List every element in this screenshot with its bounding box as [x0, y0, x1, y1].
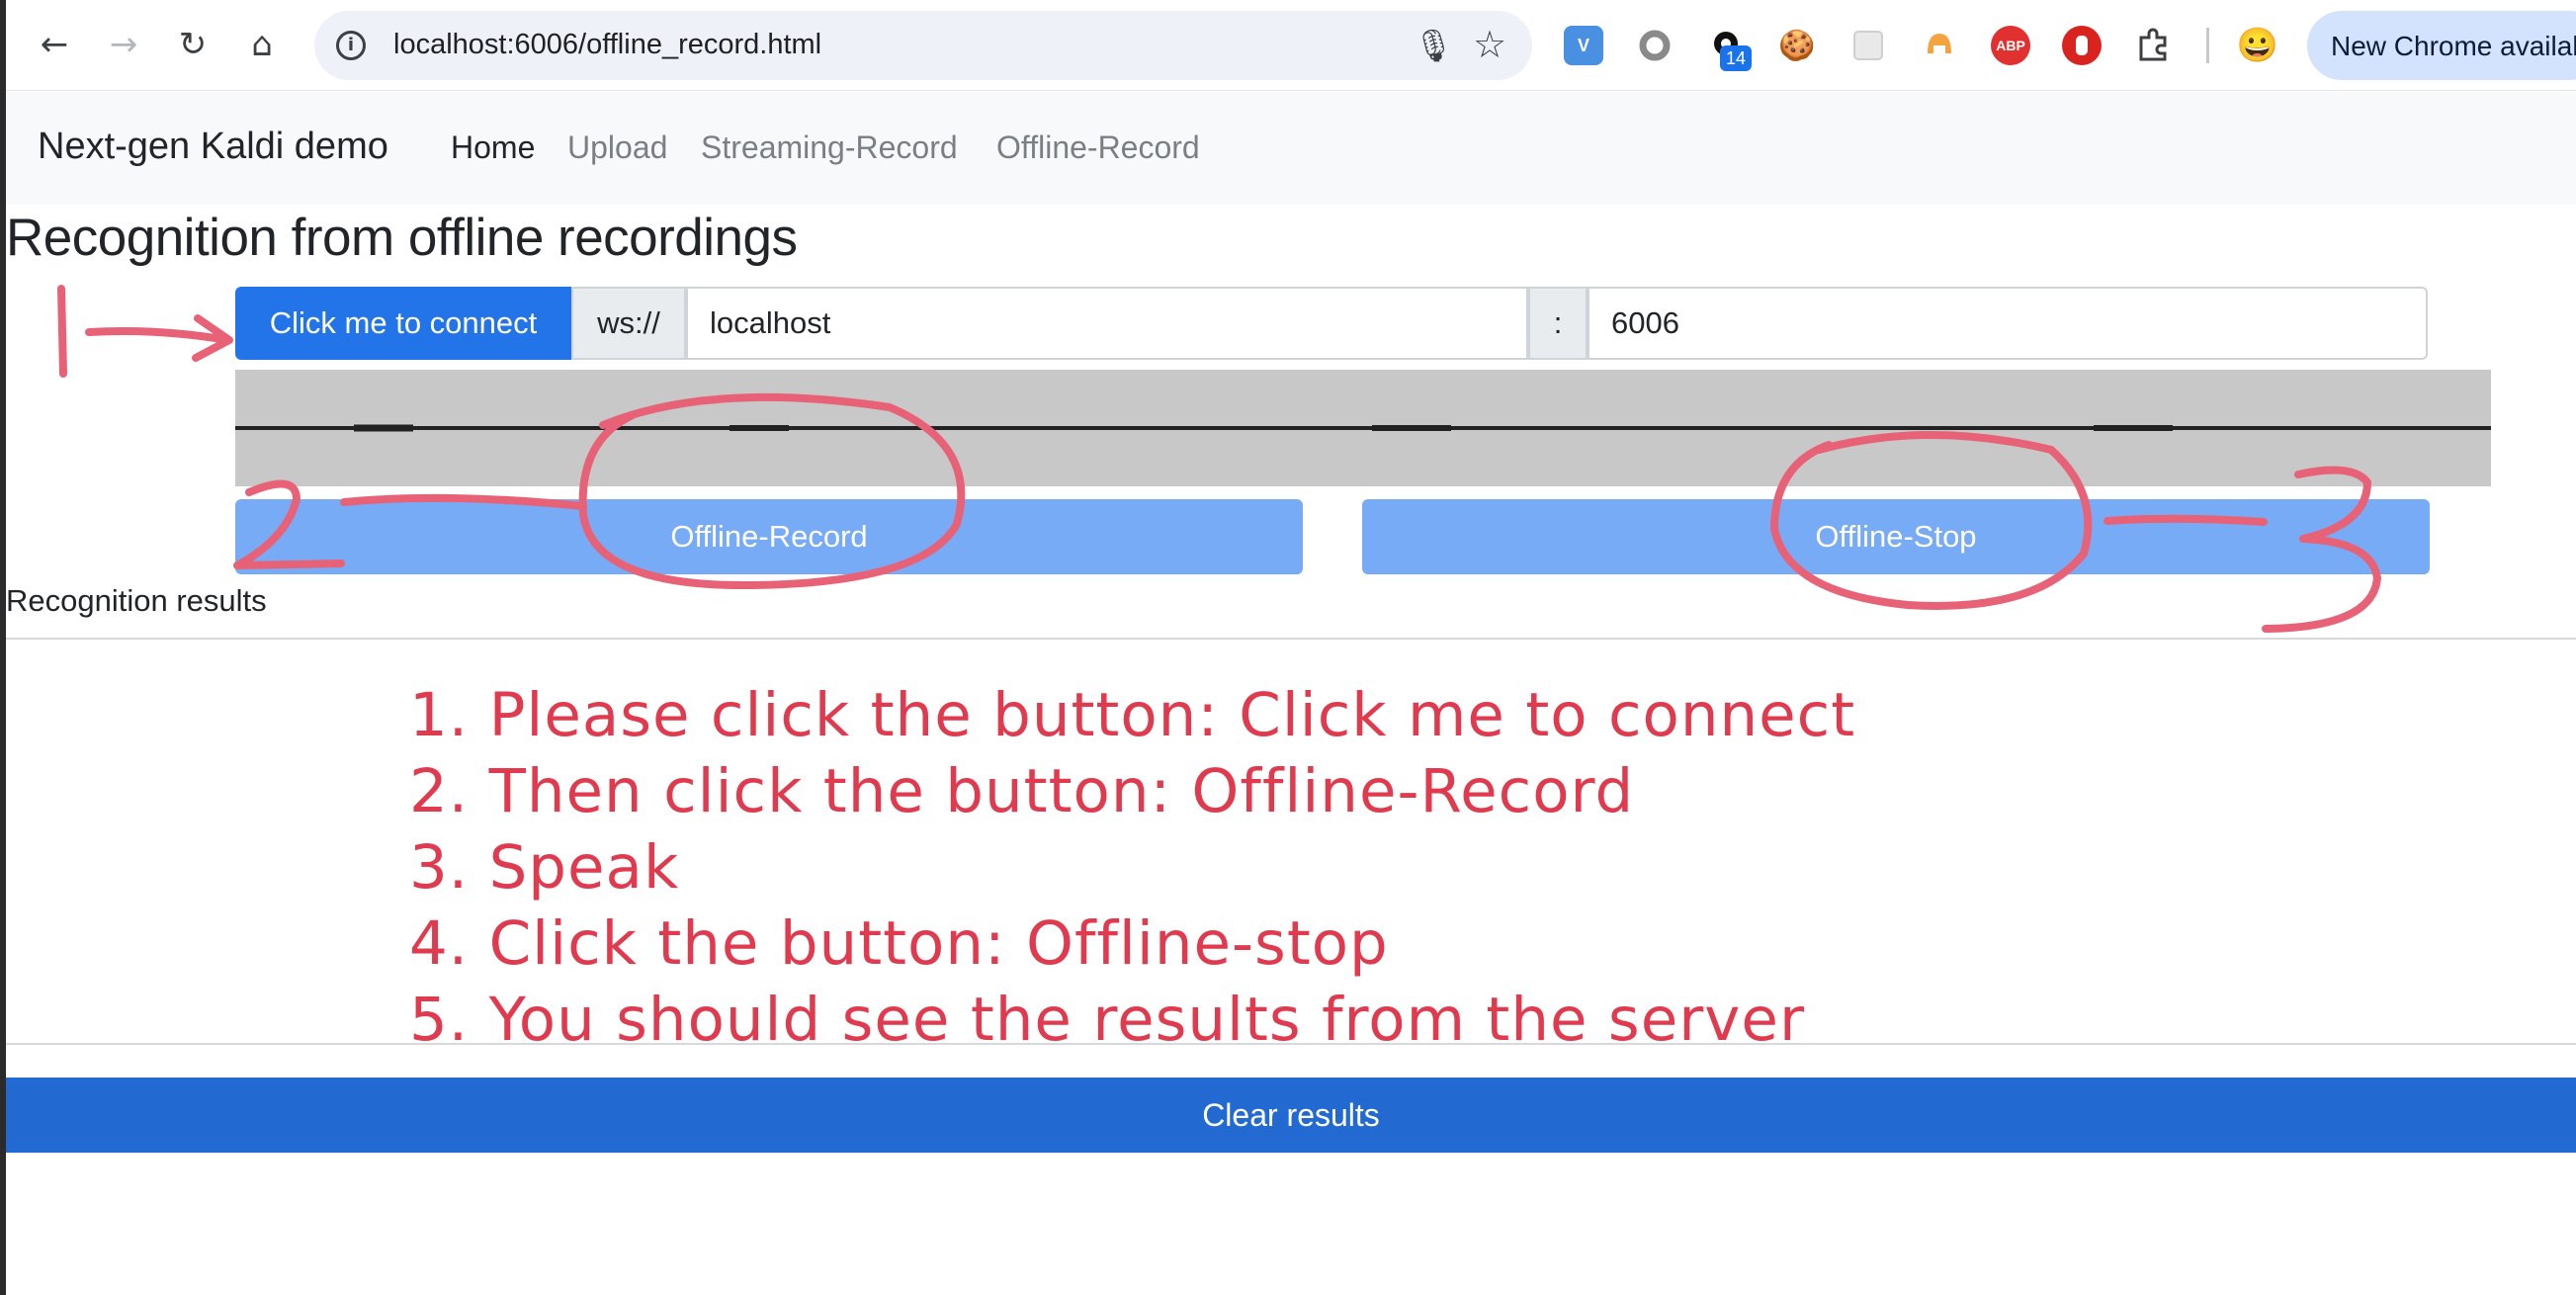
cookie-icon[interactable]: 🍪	[1777, 26, 1817, 65]
profile-avatar-icon[interactable]: 😀	[2237, 26, 2278, 65]
browser-toolbar: ← → ↻ ⌂ i localhost:6006/offline_record.…	[6, 0, 2576, 91]
circle-glyph-icon	[1639, 30, 1671, 61]
address-bar[interactable]: i localhost:6006/offline_record.html 🎙 ☆	[314, 11, 1532, 80]
site-navbar: Next-gen Kaldi demo Home Upload Streamin…	[6, 92, 2576, 205]
audio-waveform-canvas	[235, 370, 2491, 486]
extension-circle-icon[interactable]	[1635, 26, 1674, 65]
connection-form: Click me to connect ws:// localhost : 60…	[235, 287, 2432, 360]
microphone-icon[interactable]: 🎙	[1414, 27, 1454, 64]
arrow-one-shaft	[85, 327, 231, 344]
extension-count-badge: 14	[1720, 45, 1752, 71]
host-input[interactable]: localhost	[686, 287, 1528, 360]
grid-glyph-icon	[1853, 31, 1883, 60]
forward-arrow-icon[interactable]: →	[101, 22, 146, 67]
extension-helmet-icon[interactable]	[1920, 26, 1959, 65]
helmet-glyph-icon	[1928, 34, 1951, 53]
ws-prefix-label: ws://	[571, 287, 686, 360]
instruction-line: 2. Then click the button: Offline-Record	[409, 756, 1635, 826]
port-separator-label: :	[1528, 287, 1588, 360]
stop-hand-icon[interactable]	[2062, 26, 2102, 65]
page-title: Recognition from offline recordings	[6, 209, 798, 267]
port-input[interactable]: 6006	[1588, 287, 2428, 360]
puzzle-glyph-icon	[2139, 28, 2167, 61]
home-icon[interactable]: ⌂	[239, 22, 285, 67]
update-pill-label: New Chrome availabl	[2331, 31, 2576, 61]
instruction-line: 1. Please click the button: Click me to …	[409, 680, 1856, 750]
nav-streaming-record[interactable]: Streaming-Record	[701, 130, 958, 166]
arrow-one-head	[192, 314, 233, 362]
adblock-icon[interactable]: ABP	[1991, 26, 2030, 65]
screenshot: ← → ↻ ⌂ i localhost:6006/offline_record.…	[0, 0, 2576, 1295]
site-info-icon[interactable]: i	[336, 31, 366, 60]
chrome-update-button[interactable]: New Chrome availabl	[2307, 11, 2576, 80]
instruction-line: 4. Click the button: Offline-stop	[409, 908, 1389, 979]
nav-offline-record[interactable]: Offline-Record	[996, 130, 1200, 166]
offline-record-button[interactable]: Offline-Record	[235, 499, 1303, 574]
offline-stop-button[interactable]: Offline-Stop	[1362, 499, 2430, 574]
marker-one	[57, 285, 67, 378]
clear-results-button[interactable]: Clear results	[6, 1078, 2576, 1153]
reload-icon[interactable]: ↻	[170, 22, 215, 67]
url-text[interactable]: localhost:6006/offline_record.html	[393, 29, 821, 61]
instruction-line: 3. Speak	[409, 832, 680, 903]
results-label: Recognition results	[6, 583, 267, 618]
waveform-line	[235, 424, 2491, 432]
nav-upload[interactable]: Upload	[567, 130, 667, 166]
extensions-puzzle-icon[interactable]	[2133, 26, 2173, 65]
nav-home[interactable]: Home	[451, 130, 535, 166]
instructions-annotation: 1. Please click the button: Click me to …	[409, 677, 1855, 1058]
connect-button[interactable]: Click me to connect	[235, 287, 571, 360]
instruction-line: 5. You should see the results from the s…	[409, 985, 1806, 1055]
extension-grid-icon[interactable]	[1848, 26, 1888, 65]
extension-v-icon[interactable]: V	[1564, 26, 1603, 65]
hand-glyph-icon	[2076, 36, 2088, 55]
bookmark-star-icon[interactable]: ☆	[1473, 23, 1506, 66]
back-arrow-icon[interactable]: ←	[32, 22, 77, 67]
toolbar-divider	[2206, 28, 2209, 63]
brand-link[interactable]: Next-gen Kaldi demo	[38, 126, 388, 168]
